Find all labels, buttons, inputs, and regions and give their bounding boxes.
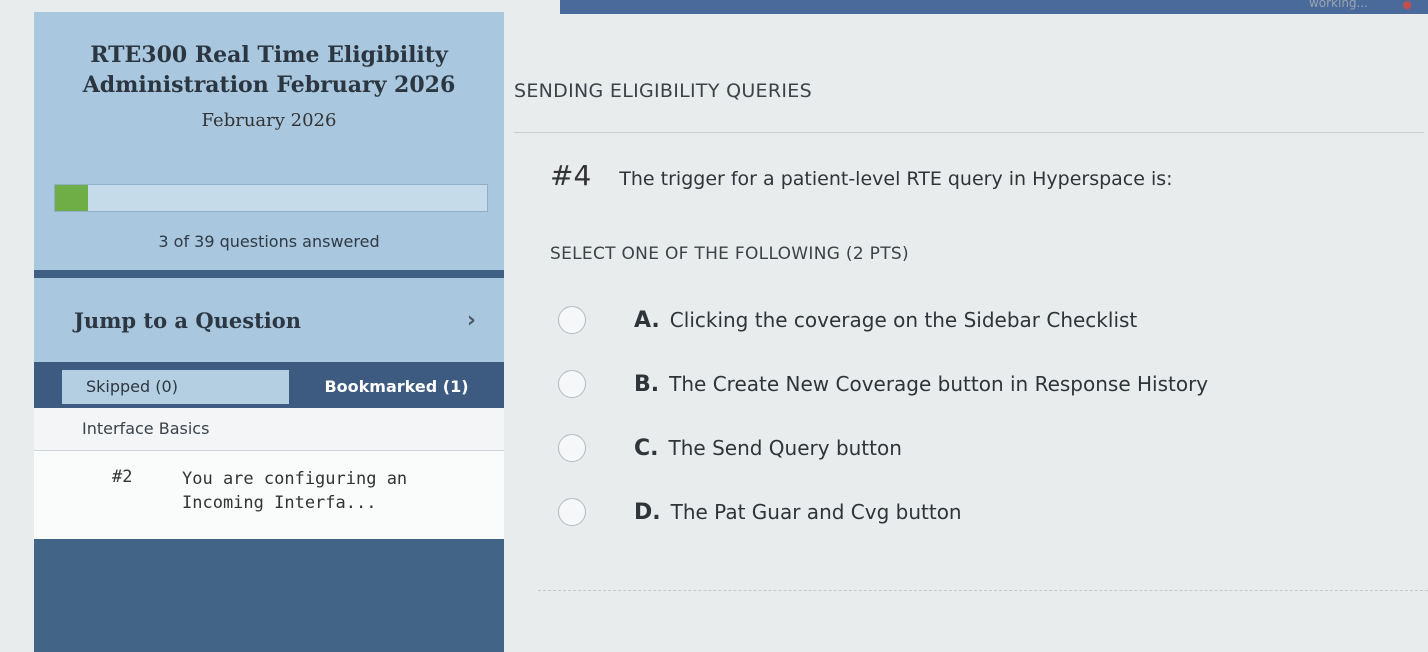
option-text: The Pat Guar and Cvg button xyxy=(670,500,962,524)
list-item-number: #2 xyxy=(112,467,133,487)
jump-to-question-label: Jump to a Question xyxy=(74,307,302,333)
tab-skipped[interactable]: Skipped (0) xyxy=(62,370,289,404)
section-heading: SENDING ELIGIBILITY QUERIES xyxy=(514,80,812,102)
course-date: February 2026 xyxy=(201,110,337,131)
questions-answered-text: 3 of 39 questions answered xyxy=(34,214,504,270)
option-letter: B. xyxy=(634,371,660,397)
question-number: #4 xyxy=(550,159,592,192)
radio-button[interactable] xyxy=(558,306,586,334)
option-text: Clicking the coverage on the Sidebar Che… xyxy=(669,308,1138,332)
progress-bar-container xyxy=(34,180,504,214)
bottom-divider xyxy=(538,590,1428,591)
question-text: The trigger for a patient-level RTE quer… xyxy=(619,168,1173,190)
section-label: Interface Basics xyxy=(34,408,504,451)
option-letter: A. xyxy=(634,307,660,333)
progress-fill xyxy=(55,185,89,211)
tab-bookmarked[interactable]: Bookmarked (1) xyxy=(295,370,498,404)
top-accent-bar xyxy=(560,0,1428,14)
list-item-text: You are configuring an Incoming Interfa.… xyxy=(182,469,408,513)
answer-options: A. Clicking the coverage on the Sidebar … xyxy=(558,288,1414,544)
option-text: The Send Query button xyxy=(668,436,902,460)
question: #4 The trigger for a patient-level RTE q… xyxy=(550,159,1414,192)
jump-to-question-button[interactable]: Jump to a Question › xyxy=(34,278,504,362)
radio-button[interactable] xyxy=(558,498,586,526)
radio-button[interactable] xyxy=(558,434,586,462)
top-status-text: working... xyxy=(1308,0,1368,10)
option-c[interactable]: C. The Send Query button xyxy=(558,416,1414,480)
notification-icon[interactable]: ● xyxy=(1402,0,1412,11)
instruction-text: SELECT ONE OF THE FOLLOWING (2 PTS) xyxy=(550,244,909,264)
course-title: RTE300 Real Time Eligibility Administrat… xyxy=(82,42,456,98)
sidebar-separator xyxy=(34,270,504,278)
radio-button[interactable] xyxy=(558,370,586,398)
list-item-question[interactable]: #2 You are configuring an Incoming Inter… xyxy=(34,451,504,539)
progress-track xyxy=(54,184,488,212)
option-b[interactable]: B. The Create New Coverage button in Res… xyxy=(558,352,1414,416)
option-letter: D. xyxy=(634,499,661,525)
option-letter: C. xyxy=(634,435,659,461)
sidebar: RTE300 Real Time Eligibility Administrat… xyxy=(34,12,504,652)
option-a[interactable]: A. Clicking the coverage on the Sidebar … xyxy=(558,288,1414,352)
option-d[interactable]: D. The Pat Guar and Cvg button xyxy=(558,480,1414,544)
heading-divider xyxy=(514,132,1424,133)
chevron-right-icon: › xyxy=(466,307,476,333)
question-filter-tabs: Skipped (0) Bookmarked (1) xyxy=(34,362,504,408)
question-panel: SENDING ELIGIBILITY QUERIES #4 The trigg… xyxy=(514,80,1424,544)
option-text: The Create New Coverage button in Respon… xyxy=(669,372,1209,396)
sidebar-header: RTE300 Real Time Eligibility Administrat… xyxy=(34,12,504,180)
